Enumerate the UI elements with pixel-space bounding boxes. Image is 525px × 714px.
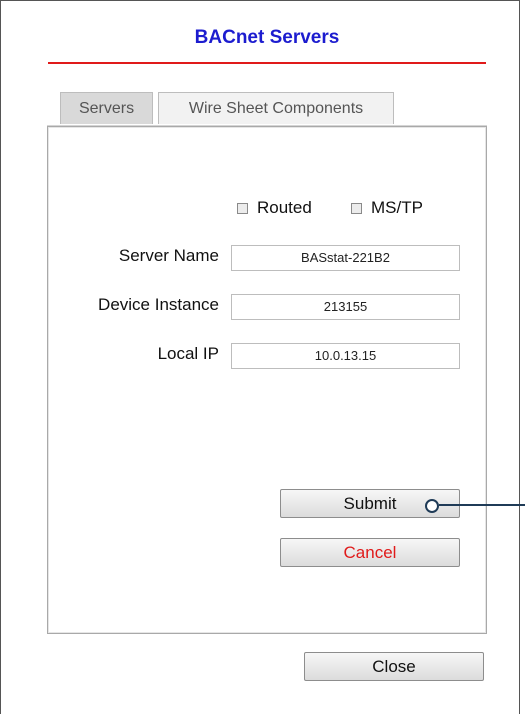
- local-ip-field[interactable]: 10.0.13.15: [231, 343, 460, 369]
- tab-wire-sheet-components[interactable]: Wire Sheet Components: [158, 92, 394, 124]
- device-instance-field[interactable]: 213155: [231, 294, 460, 320]
- routed-label: Routed: [257, 198, 312, 217]
- device-instance-label: Device Instance: [98, 295, 219, 314]
- title-underline: [48, 62, 486, 64]
- mstp-checkbox[interactable]: [351, 202, 362, 214]
- server-name-field[interactable]: BASstat-221B2: [231, 245, 460, 271]
- tab-servers[interactable]: Servers: [60, 92, 153, 124]
- bacnet-servers-dialog: BACnet Servers Servers Wire Sheet Compon…: [0, 0, 525, 714]
- close-button[interactable]: Close: [304, 652, 484, 681]
- local-ip-label: Local IP: [157, 344, 219, 363]
- cancel-button[interactable]: Cancel: [280, 538, 460, 567]
- mstp-label: MS/TP: [371, 198, 423, 217]
- server-name-label: Server Name: [118, 246, 219, 265]
- callout-marker-icon: [425, 499, 439, 513]
- callout-leader-line: [439, 504, 525, 506]
- dialog-title: BACnet Servers: [194, 27, 340, 48]
- routed-checkbox[interactable]: [237, 202, 248, 214]
- mstp-option[interactable]: MS/TP: [351, 198, 423, 218]
- routed-option[interactable]: Routed: [237, 198, 312, 218]
